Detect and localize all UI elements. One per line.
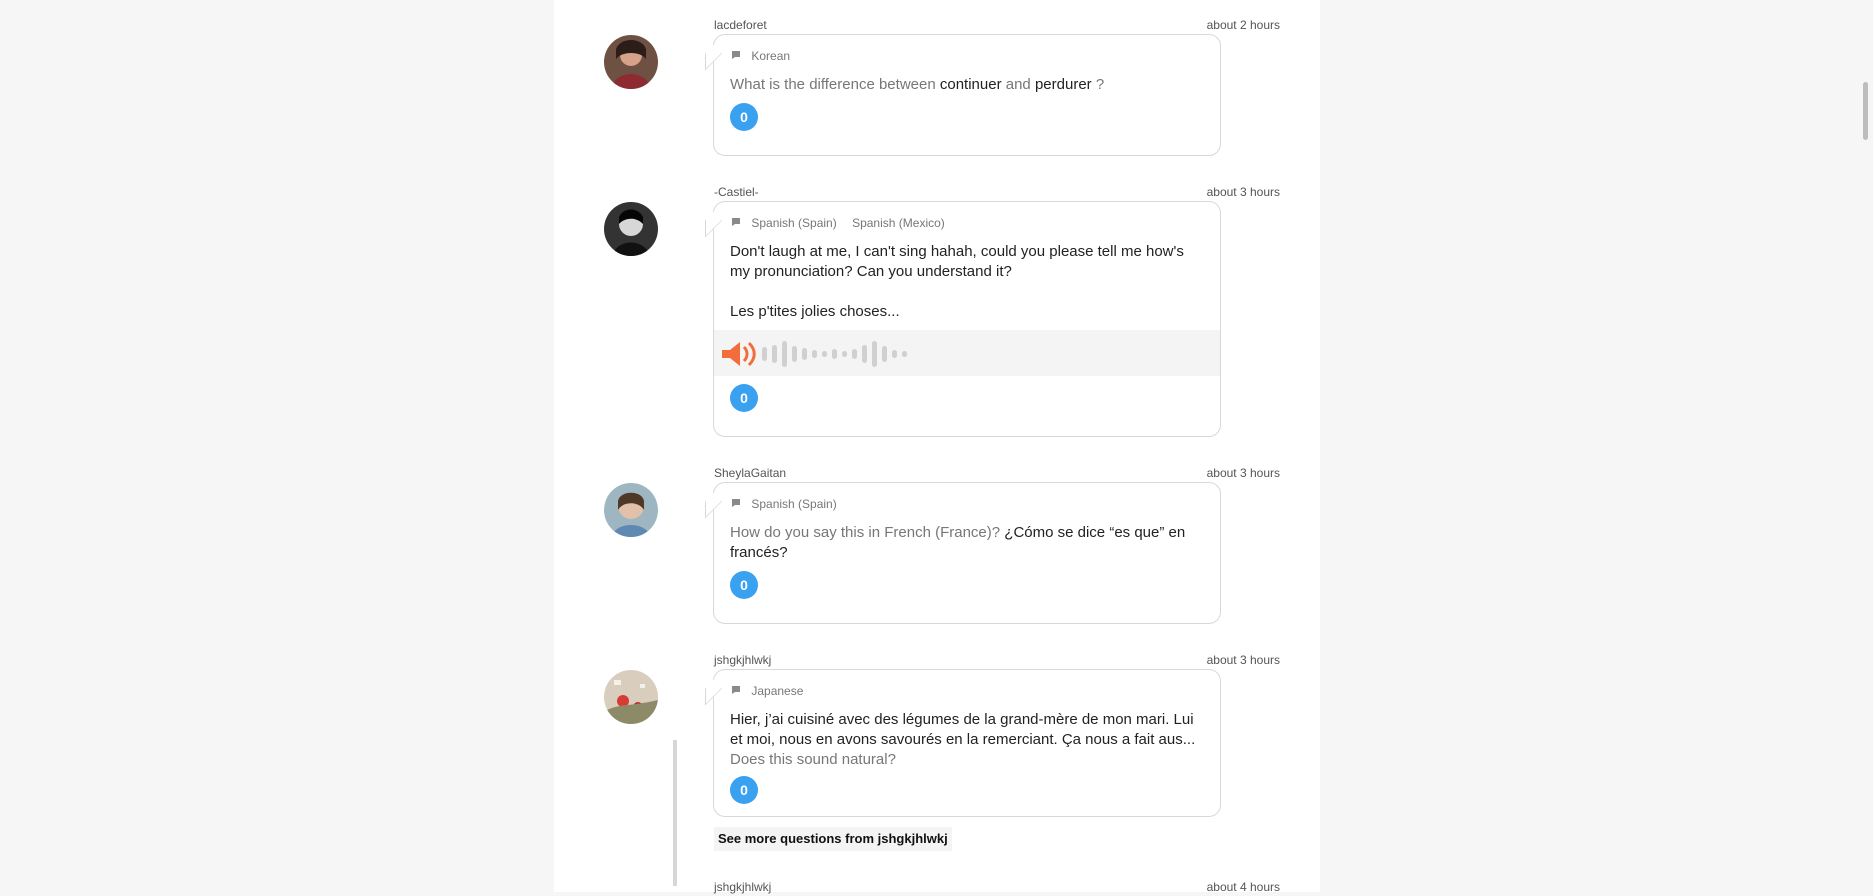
speaker-icon[interactable] [721, 339, 759, 369]
question-line: Les p'tites jolies choses... [730, 303, 900, 320]
question-term: perdurer [1034, 76, 1092, 93]
username[interactable]: lacdeforet [714, 18, 767, 32]
question-text[interactable]: What is the difference between continuer… [730, 75, 1200, 95]
question-text[interactable]: Hier, j’ai cuisiné avec des légumes de l… [730, 710, 1200, 770]
speech-bubble-icon [732, 686, 740, 694]
question-card[interactable]: Japanese Hier, j’ai cuisiné avec des lég… [713, 669, 1221, 817]
audio-player[interactable] [714, 330, 1220, 376]
question-text[interactable]: Don't laugh at me, I can't sing hahah, c… [730, 242, 1200, 322]
language-tags: Spanish (Spain) [730, 497, 849, 511]
username[interactable]: jshgkjhlwkj [714, 653, 771, 667]
avatar[interactable] [604, 483, 658, 537]
waveform-icon [762, 341, 907, 367]
question-card[interactable]: Korean What is the difference between co… [713, 34, 1221, 156]
thread-line [673, 740, 677, 886]
language-tags: Spanish (Spain) Spanish (Mexico) [730, 216, 957, 230]
question-meta: lacdeforet about 2 hours [714, 18, 1280, 34]
answer-count[interactable]: 0 [730, 776, 758, 804]
question-meta: -Castiel- about 3 hours [714, 185, 1280, 201]
speech-bubble-icon [732, 218, 740, 226]
timestamp: about 3 hours [1206, 185, 1280, 199]
avatar[interactable] [604, 202, 658, 256]
language-tag: Spanish (Spain) [751, 216, 837, 230]
timestamp: about 3 hours [1206, 466, 1280, 480]
question-line: Hier, j’ai cuisiné avec des légumes de l… [730, 711, 1194, 728]
scrollbar[interactable] [1863, 82, 1868, 140]
question-meta: jshgkjhlwkj about 4 hours [714, 880, 1280, 896]
language-tags: Japanese [730, 684, 815, 698]
avatar[interactable] [604, 35, 658, 89]
question-card[interactable]: Spanish (Spain) How do you say this in F… [713, 482, 1221, 624]
timestamp: about 2 hours [1206, 18, 1280, 32]
see-more-link[interactable]: See more questions from jshgkjhlwkj [714, 827, 952, 851]
language-tags: Korean [730, 49, 802, 63]
timestamp: about 3 hours [1206, 653, 1280, 667]
answer-count[interactable]: 0 [730, 103, 758, 131]
question-suffix: ? [1091, 76, 1105, 93]
language-tag: Spanish (Mexico) [852, 216, 945, 230]
question-prefix: How do you say this in French (France)? [730, 524, 1005, 541]
question-meta: SheylaGaitan about 3 hours [714, 466, 1280, 482]
question-line: et moi, nous en avons savourés en la rem… [730, 731, 1196, 748]
question-meta: jshgkjhlwkj about 3 hours [714, 653, 1280, 669]
question-term: continuer [939, 76, 1002, 93]
question-conjunction: and [1001, 76, 1035, 93]
feed-page: lacdeforet about 2 hours Korean What is … [554, 0, 1320, 894]
language-tag: Japanese [751, 684, 804, 698]
avatar[interactable] [604, 670, 658, 724]
question-phrase: ¿Cómo se dice “es que” en [1004, 524, 1186, 541]
language-tag: Spanish (Spain) [751, 497, 837, 511]
answer-count[interactable]: 0 [730, 384, 758, 412]
question-prefix: What is the difference between [730, 76, 940, 93]
question-card[interactable]: Spanish (Spain) Spanish (Mexico) Don't l… [713, 201, 1221, 437]
speech-bubble-icon [732, 499, 740, 507]
question-line: Don't laugh at me, I can't sing hahah, c… [730, 243, 1184, 260]
answer-count[interactable]: 0 [730, 571, 758, 599]
username[interactable]: SheylaGaitan [714, 466, 786, 480]
question-text[interactable]: How do you say this in French (France)? … [730, 523, 1200, 563]
language-tag: Korean [751, 49, 791, 63]
question-phrase: francés? [730, 544, 788, 561]
username[interactable]: -Castiel- [714, 185, 759, 199]
speech-bubble-icon [732, 51, 740, 59]
question-suffix: Does this sound natural? [730, 751, 896, 768]
question-line: my pronunciation? Can you understand it? [730, 263, 1012, 280]
